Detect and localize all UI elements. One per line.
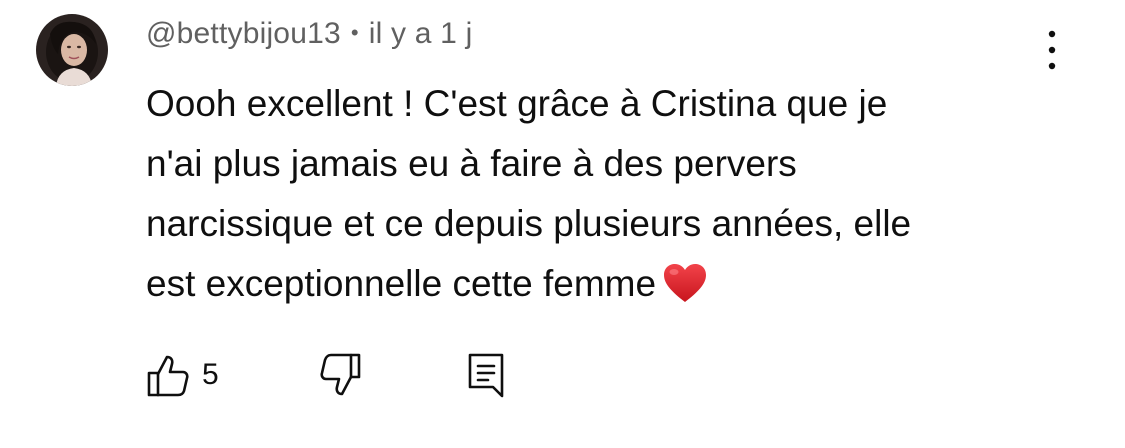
comment-text-line: n'ai plus jamais eu à faire à des perver… (146, 143, 797, 184)
avatar[interactable] (36, 14, 108, 86)
comment-text-line: Oooh excellent ! C'est grâce à Cristina … (146, 83, 888, 124)
like-button[interactable]: 5 (146, 352, 219, 398)
author-name[interactable]: @bettybijou13 (146, 17, 341, 50)
comment-timestamp[interactable]: il y a 1 j (369, 17, 473, 50)
reply-comment-icon (468, 353, 504, 398)
red-heart-emoji (664, 264, 707, 302)
comment-text-line: est exceptionnelle cette femme (146, 263, 657, 304)
comment-actions: 5 (0, 352, 1125, 398)
comment-text-line: narcissique et ce depuis plusieurs année… (146, 203, 912, 244)
like-count: 5 (202, 358, 219, 391)
reply-button[interactable] (466, 352, 506, 403)
comment-header: @bettybijou13 • il y a 1 j (146, 17, 472, 51)
thumbs-down-icon (320, 353, 361, 396)
meta-separator: • (350, 20, 359, 45)
dislike-button[interactable] (315, 352, 361, 403)
thumbs-up-icon (147, 355, 189, 397)
more-vertical-icon (1048, 30, 1056, 70)
more-options-button[interactable] (1034, 28, 1070, 72)
comment-text: Oooh excellent ! C'est grâce à Cristina … (146, 74, 1066, 314)
